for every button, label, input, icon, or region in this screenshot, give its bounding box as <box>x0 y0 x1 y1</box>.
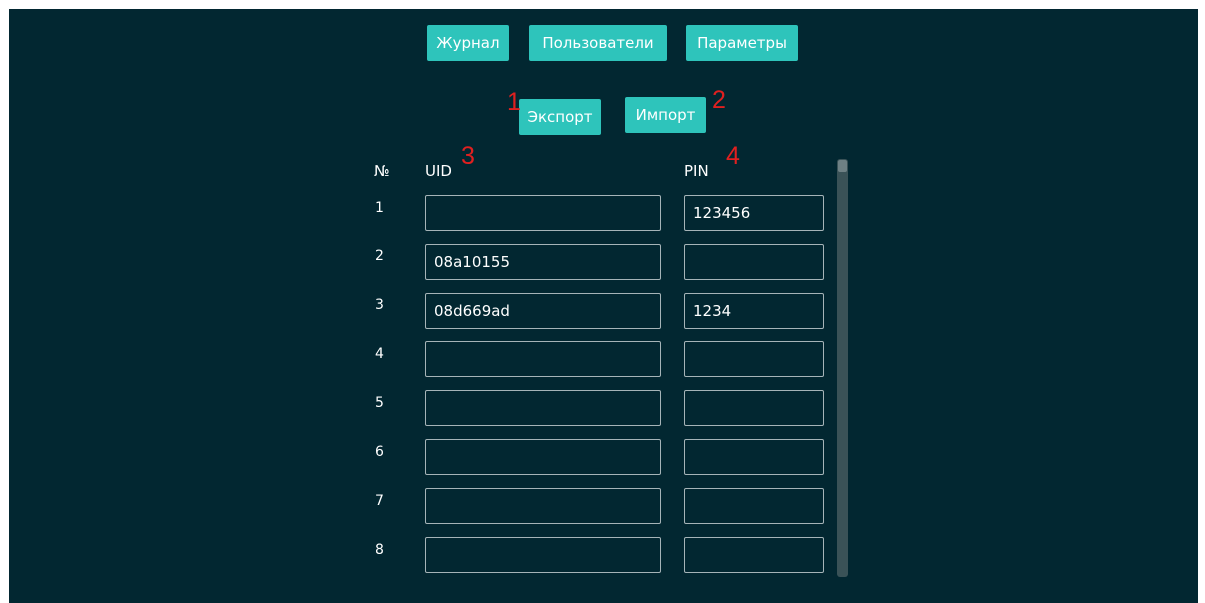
export-button[interactable]: Экспорт <box>519 99 601 135</box>
row-number: 6 <box>375 444 384 460</box>
pin-field[interactable] <box>684 390 824 426</box>
pin-field[interactable] <box>684 341 824 377</box>
uid-field[interactable]: 08d669ad <box>425 293 661 329</box>
row-number: 2 <box>375 248 384 264</box>
uid-field[interactable] <box>425 341 661 377</box>
column-header-uid: UID <box>425 162 452 180</box>
uid-field[interactable] <box>425 537 661 573</box>
table-scrollbar[interactable] <box>837 159 848 577</box>
users-page: Журнал Пользователи Параметры Экспорт Им… <box>9 9 1198 603</box>
pin-field[interactable]: 123456 <box>684 195 824 231</box>
users-button[interactable]: Пользователи <box>529 25 667 61</box>
row-number: 3 <box>375 297 384 313</box>
uid-field[interactable] <box>425 195 661 231</box>
uid-field[interactable]: 08a10155 <box>425 244 661 280</box>
pin-field[interactable]: 1234 <box>684 293 824 329</box>
annotation-marker-import: 2 <box>712 86 726 114</box>
row-number: 8 <box>375 542 384 558</box>
row-number: 1 <box>375 200 384 216</box>
uid-field[interactable] <box>425 439 661 475</box>
uid-field[interactable] <box>425 488 661 524</box>
pin-field[interactable] <box>684 439 824 475</box>
journal-button[interactable]: Журнал <box>427 25 509 61</box>
row-number: 7 <box>375 493 384 509</box>
uid-field[interactable] <box>425 390 661 426</box>
pin-field[interactable] <box>684 537 824 573</box>
column-header-number: № <box>374 162 390 180</box>
annotation-marker-export: 1 <box>507 88 521 116</box>
scrollbar-thumb[interactable] <box>838 160 847 172</box>
annotation-marker-uid: 3 <box>461 142 475 170</box>
row-number: 4 <box>375 346 384 362</box>
column-header-pin: PIN <box>684 162 709 180</box>
pin-field[interactable] <box>684 244 824 280</box>
pin-field[interactable] <box>684 488 824 524</box>
row-number: 5 <box>375 395 384 411</box>
annotation-marker-pin: 4 <box>726 142 740 170</box>
import-button[interactable]: Импорт <box>625 97 706 133</box>
params-button[interactable]: Параметры <box>686 25 798 61</box>
